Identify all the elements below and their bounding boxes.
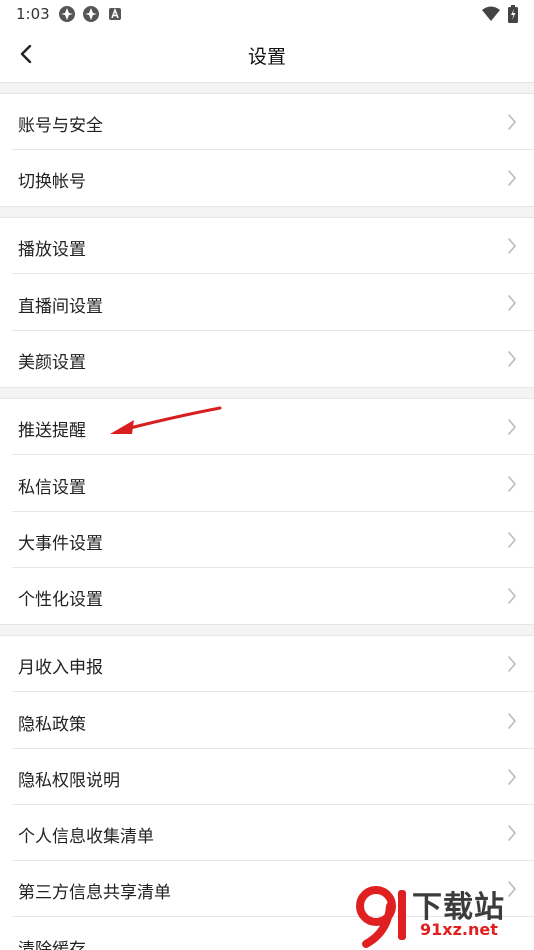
group-separator xyxy=(0,82,534,94)
notification-app-icon xyxy=(59,6,75,22)
settings-item-label: 清除缓存 xyxy=(18,940,86,950)
settings-item-label: 美颜设置 xyxy=(18,353,86,373)
divider xyxy=(12,691,534,692)
settings-item-label: 推送提醒 xyxy=(18,421,86,441)
settings-item-label: 大事件设置 xyxy=(18,534,103,554)
settings-item-privacy-permissions[interactable]: 隐私权限说明 xyxy=(0,749,534,805)
status-bar: 1:03 xyxy=(0,0,534,28)
chevron-right-icon xyxy=(508,713,516,729)
notification-app-icon xyxy=(83,6,99,22)
settings-item-label: 月收入申报 xyxy=(18,658,103,678)
group-separator xyxy=(0,206,534,218)
settings-item-personalization[interactable]: 个性化设置 xyxy=(0,568,534,624)
chevron-right-icon xyxy=(508,114,516,130)
settings-item-label: 隐私政策 xyxy=(18,715,86,735)
settings-item-label: 个人信息收集清单 xyxy=(18,827,154,847)
divider xyxy=(12,454,534,455)
settings-item-switch-account[interactable]: 切换帐号 xyxy=(0,150,534,206)
keyboard-notification-icon xyxy=(109,7,121,20)
chevron-right-icon xyxy=(508,476,516,492)
settings-item-label: 播放设置 xyxy=(18,240,86,260)
chevron-right-icon xyxy=(508,825,516,841)
divider xyxy=(12,273,534,274)
chevron-right-icon xyxy=(508,351,516,367)
page-title: 设置 xyxy=(247,46,286,68)
chevron-right-icon xyxy=(508,588,516,604)
settings-item-label: 直播间设置 xyxy=(18,297,103,317)
group-separator xyxy=(0,387,534,399)
settings-item-personal-info-list[interactable]: 个人信息收集清单 xyxy=(0,805,534,861)
chevron-right-icon xyxy=(508,238,516,254)
chevron-right-icon xyxy=(508,656,516,672)
watermark: 下载站 91xz.net xyxy=(354,882,534,950)
settings-item-label: 个性化设置 xyxy=(18,590,103,610)
status-time: 1:03 xyxy=(16,5,50,23)
chevron-right-icon xyxy=(508,532,516,548)
settings-item-live-room[interactable]: 直播间设置 xyxy=(0,275,534,331)
chevron-right-icon xyxy=(508,170,516,186)
settings-item-privacy-policy[interactable]: 隐私政策 xyxy=(0,693,534,749)
settings-item-push-notifications[interactable]: 推送提醒 xyxy=(0,399,534,455)
chevron-right-icon xyxy=(508,419,516,435)
watermark-logo xyxy=(356,886,406,948)
chevron-right-icon xyxy=(508,295,516,311)
settings-item-private-messages[interactable]: 私信设置 xyxy=(0,456,534,512)
system-icons xyxy=(482,5,518,23)
battery-icon xyxy=(508,5,518,23)
watermark-url: 91xz.net xyxy=(420,920,498,939)
navigation-bar: 设置 xyxy=(0,28,534,82)
settings-item-beauty[interactable]: 美颜设置 xyxy=(0,331,534,387)
settings-item-label: 第三方信息共享清单 xyxy=(18,883,171,903)
settings-item-label: 账号与安全 xyxy=(18,116,103,136)
wifi-icon xyxy=(482,6,500,21)
settings-item-label: 私信设置 xyxy=(18,478,86,498)
group-separator xyxy=(0,624,534,636)
settings-item-major-events[interactable]: 大事件设置 xyxy=(0,512,534,568)
chevron-right-icon xyxy=(508,769,516,785)
settings-item-label: 隐私权限说明 xyxy=(18,771,120,791)
settings-item-label: 切换帐号 xyxy=(18,172,86,192)
settings-item-monthly-income[interactable]: 月收入申报 xyxy=(0,636,534,692)
notification-icons xyxy=(58,5,124,23)
settings-item-playback[interactable]: 播放设置 xyxy=(0,218,534,274)
settings-item-account-security[interactable]: 账号与安全 xyxy=(0,94,534,150)
